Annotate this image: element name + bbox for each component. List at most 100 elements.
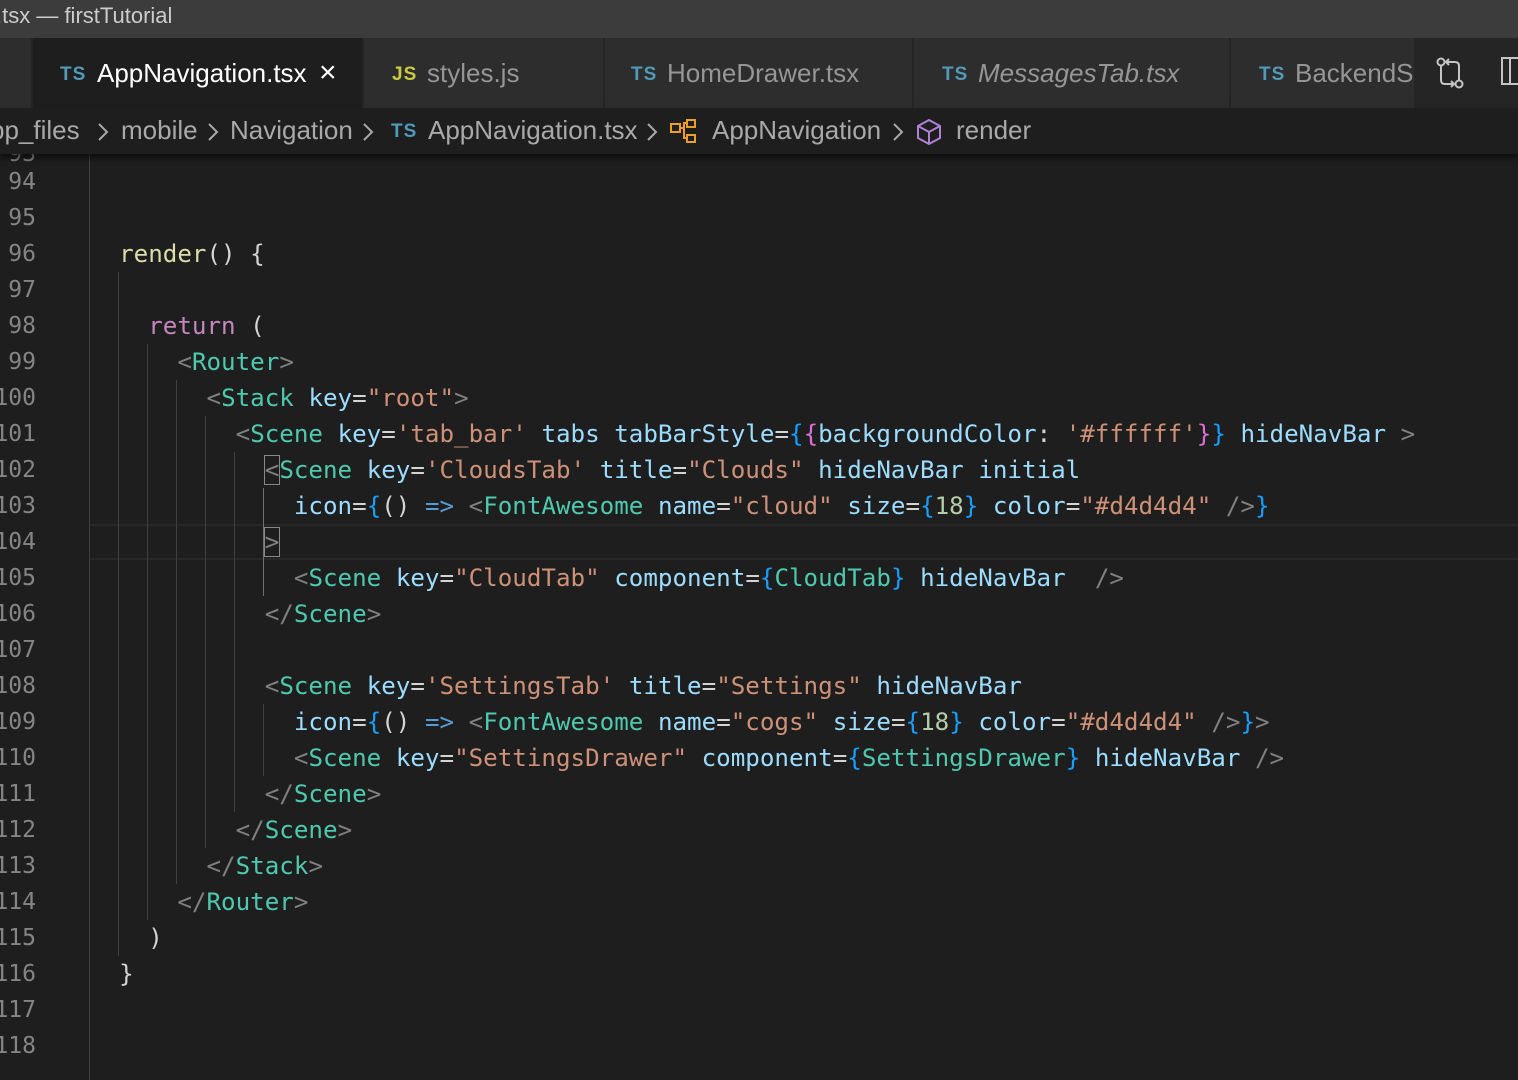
code-token: { bbox=[803, 420, 819, 448]
tab-messagestab[interactable]: TS MessagesTab.tsx bbox=[914, 38, 1230, 108]
breadcrumb-item-method[interactable]: render bbox=[956, 115, 1031, 146]
code-token: = bbox=[716, 492, 731, 520]
code-line[interactable]: </Stack> bbox=[90, 848, 324, 884]
breadcrumb-item-navigation[interactable]: Navigation bbox=[230, 115, 353, 146]
close-icon[interactable]: × bbox=[319, 56, 337, 90]
code-token: Router bbox=[206, 888, 294, 916]
code-line[interactable]: icon={() => <FontAwesome name="cogs" siz… bbox=[90, 704, 1270, 740]
code-token: "Settings" bbox=[716, 672, 862, 700]
code-line[interactable]: <Scene key='SettingsTab' title="Settings… bbox=[90, 668, 1022, 704]
code-token: = bbox=[774, 420, 789, 448]
line-number: 101 bbox=[0, 421, 36, 447]
code-token: key bbox=[395, 744, 440, 772]
tab-styles[interactable]: JS styles.js bbox=[364, 38, 604, 108]
code-token: > bbox=[293, 888, 309, 916]
code-token: = bbox=[701, 672, 717, 700]
code-token: > bbox=[1400, 420, 1416, 448]
code-token: => bbox=[424, 708, 455, 736]
breadcrumb-item-class[interactable]: AppNavigation bbox=[712, 115, 881, 146]
line-number: 108 bbox=[0, 673, 36, 699]
code-line[interactable]: </Scene> bbox=[90, 596, 382, 632]
code-line[interactable]: > bbox=[90, 524, 281, 560]
code-token: : bbox=[1036, 420, 1066, 448]
line-number: 112 bbox=[0, 817, 36, 843]
code-line[interactable]: icon={() => <FontAwesome name="cloud" si… bbox=[90, 488, 1270, 524]
code-line[interactable]: <Scene key='tab_bar' tabs tabBarStyle={{… bbox=[90, 416, 1416, 452]
code-token: Scene bbox=[250, 420, 323, 448]
code-line[interactable]: </Scene> bbox=[90, 812, 353, 848]
code-token: < bbox=[468, 708, 484, 736]
line-number: 116 bbox=[0, 961, 36, 987]
code-token: Stack bbox=[235, 852, 309, 880]
code-token: </ bbox=[264, 780, 294, 808]
code-token: /> bbox=[1255, 744, 1285, 772]
code-line[interactable]: </Router> bbox=[90, 884, 308, 920]
code-line[interactable]: ) bbox=[90, 920, 163, 956]
code-line[interactable]: render() { bbox=[90, 236, 265, 272]
code-token: { bbox=[789, 420, 804, 448]
line-number: 98 bbox=[8, 313, 36, 339]
code-token: () bbox=[381, 492, 425, 520]
code-line[interactable]: <Stack key="root"> bbox=[90, 380, 469, 416]
code-line[interactable]: <Router> bbox=[90, 344, 294, 380]
compare-changes-icon[interactable] bbox=[1434, 56, 1466, 95]
tab-label: MessagesTab.tsx bbox=[978, 58, 1180, 88]
code-token: = bbox=[1051, 708, 1066, 736]
tab-appnavigation[interactable]: TS AppNavigation.tsx × bbox=[33, 38, 363, 108]
code-token: </ bbox=[235, 816, 265, 844]
line-number: 97 bbox=[8, 277, 36, 303]
code-token: Router bbox=[191, 348, 280, 376]
breadcrumb-item-file[interactable]: AppNavigation.tsx bbox=[428, 115, 638, 146]
code-line[interactable]: <Scene key='CloudsTab' title="Clouds" hi… bbox=[90, 452, 1080, 488]
code-line[interactable]: return ( bbox=[90, 308, 265, 344]
code-token: = bbox=[352, 708, 367, 736]
matching-bracket: > bbox=[263, 527, 281, 557]
code-token: tabBarStyle bbox=[614, 420, 775, 448]
code-token: initial bbox=[978, 456, 1081, 484]
code-line[interactable]: <Scene key="CloudTab" component={CloudTa… bbox=[90, 560, 1124, 596]
tab-backendst[interactable]: TS BackendSt bbox=[1231, 38, 1415, 108]
code-token: = bbox=[1065, 492, 1081, 520]
tab-label: BackendSt bbox=[1295, 58, 1415, 88]
tab-homedrawer[interactable]: TS HomeDrawer.tsx bbox=[605, 38, 913, 108]
code-token: key bbox=[395, 564, 440, 592]
code-token: = bbox=[716, 708, 731, 736]
line-number: 117 bbox=[0, 997, 36, 1023]
code-token: SettingsDrawer bbox=[861, 744, 1066, 772]
code-token: render bbox=[119, 240, 207, 268]
breadcrumb-item-mobile[interactable]: mobile bbox=[121, 115, 198, 146]
code-token: { bbox=[759, 564, 775, 592]
line-number: 107 bbox=[0, 637, 36, 663]
code-token: Scene bbox=[293, 780, 367, 808]
code-line[interactable]: } bbox=[90, 956, 134, 992]
split-editor-icon[interactable] bbox=[1500, 56, 1518, 91]
line-number: 115 bbox=[0, 925, 36, 951]
code-token: } bbox=[890, 564, 906, 592]
code-token: = bbox=[410, 672, 425, 700]
code-token: = bbox=[381, 420, 396, 448]
code-token: name bbox=[657, 708, 717, 736]
typescript-file-icon: TS bbox=[1259, 64, 1286, 85]
code-token: backgroundColor bbox=[818, 420, 1037, 448]
tab-overflow[interactable] bbox=[0, 38, 32, 108]
code-token: color bbox=[978, 708, 1052, 736]
breadcrumb-item-app-files[interactable]: pp_files bbox=[0, 115, 80, 146]
code-token: 18 bbox=[920, 708, 950, 736]
code-token: Stack bbox=[221, 384, 294, 412]
code-line[interactable]: </Scene> bbox=[90, 776, 382, 812]
code-line[interactable]: <Scene key="SettingsDrawer" component={S… bbox=[90, 740, 1284, 776]
code-editor[interactable]: 93 94 95 96 97 98 99 100 101 102 103 104 105 106 107 10… bbox=[0, 141, 1518, 1080]
